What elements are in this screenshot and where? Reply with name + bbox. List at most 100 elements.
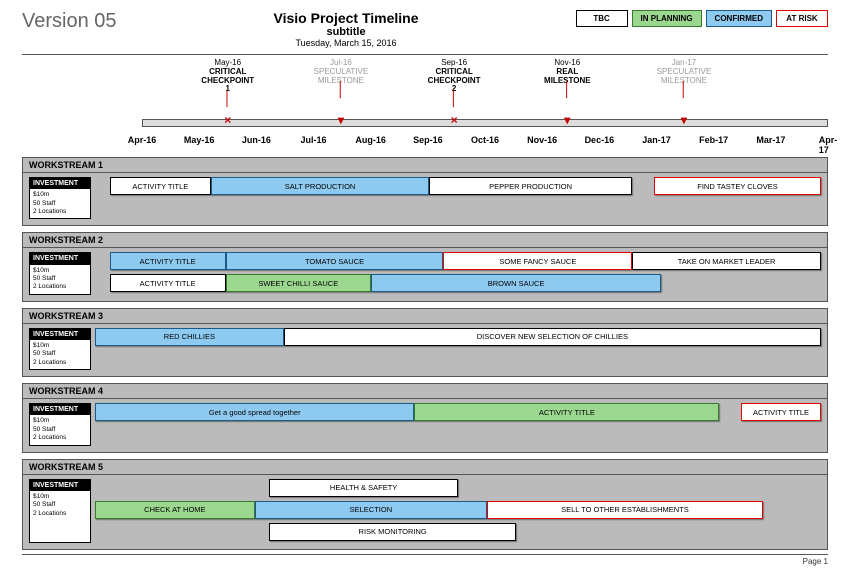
activity-bar: SALT PRODUCTION (211, 177, 429, 195)
activity-bar: TAKE ON MARKET LEADER (632, 252, 821, 270)
investment-body: $10m50 Staff2 Locations (30, 415, 90, 444)
activity-bar: SOME FANCY SAUCE (443, 252, 632, 270)
investment-body: $10m50 Staff2 Locations (30, 189, 90, 218)
milestone-name: CRITICALCHECKPOINT (188, 68, 268, 86)
workstream-title: WORKSTREAM 4 (22, 383, 828, 399)
investment-head: INVESTMENT (30, 480, 90, 491)
milestone: May-16CRITICALCHECKPOINT1│ (188, 59, 268, 103)
page-subtitle: subtitle (117, 26, 576, 38)
header: Version 05 Visio Project Timeline subtit… (22, 10, 828, 55)
workstream-title: WORKSTREAM 3 (22, 308, 828, 324)
milestone-marker-icon: ▾ (564, 113, 570, 127)
axis-tick: Nov-16 (527, 135, 557, 145)
lanes: RED CHILLIESDISCOVER NEW SELECTION OF CH… (95, 328, 821, 370)
activity-bar: ACTIVITY TITLE (110, 252, 226, 270)
activity-bar: CHECK AT HOME (95, 501, 255, 519)
activity-bar: RED CHILLIES (95, 328, 284, 346)
investment-head: INVESTMENT (30, 178, 90, 189)
time-bar (142, 119, 828, 127)
activity-bar: Get a good spread together (95, 403, 414, 421)
axis-tick: Apr-16 (128, 135, 157, 145)
investment-box: INVESTMENT$10m50 Staff2 Locations (29, 328, 91, 370)
workstream: WORKSTREAM 4INVESTMENT$10m50 Staff2 Loca… (22, 383, 828, 452)
lane: HEALTH & SAFETY (95, 479, 821, 499)
axis-tick: Dec-16 (585, 135, 615, 145)
milestone-arrow-icon: │ (188, 94, 268, 102)
lanes: HEALTH & SAFETY CHECK AT HOMESELECTIONSEL… (95, 479, 821, 543)
lane: CHECK AT HOMESELECTIONSELL TO OTHER ESTA… (95, 501, 821, 521)
milestone-marker-icon: ▾ (338, 113, 344, 127)
activity-bar: HEALTH & SAFETY (269, 479, 458, 497)
investment-box: INVESTMENT$10m50 Staff2 Locations (29, 177, 91, 219)
title-block: Visio Project Timeline subtitle Tuesday,… (117, 10, 576, 48)
workstream-title: WORKSTREAM 2 (22, 232, 828, 248)
axis-tick: Mar-17 (756, 135, 785, 145)
legend-confirmed: CONFIRMED (706, 10, 772, 27)
axis-tick: Jul-16 (300, 135, 326, 145)
investment-body: $10m50 Staff2 Locations (30, 340, 90, 369)
milestone-arrow-icon: │ (301, 85, 381, 93)
axis-tick: May-16 (184, 135, 215, 145)
page-date: Tuesday, March 15, 2016 (117, 38, 576, 48)
workstream-body: INVESTMENT$10m50 Staff2 LocationsHEALTH … (22, 475, 828, 550)
milestone-marker-icon: × (224, 113, 231, 127)
activity-bar: SELL TO OTHER ESTABLISHMENTS (487, 501, 763, 519)
activity-bar: TOMATO SAUCE (226, 252, 444, 270)
version-label: Version 05 (22, 10, 117, 33)
workstream-body: INVESTMENT$10m50 Staff2 LocationsACTIVIT… (22, 248, 828, 301)
workstream: WORKSTREAM 5INVESTMENT$10m50 Staff2 Loca… (22, 459, 828, 550)
investment-body: $10m50 Staff2 Locations (30, 491, 90, 520)
investment-head: INVESTMENT (30, 329, 90, 340)
legend-atrisk: AT RISK (776, 10, 828, 27)
activity-bar: SELECTION (255, 501, 487, 519)
page-footer: Page 1 (22, 554, 828, 568)
page-title: Visio Project Timeline (117, 10, 576, 26)
legend-tbc: TBC (576, 10, 628, 27)
investment-box: INVESTMENT$10m50 Staff2 Locations (29, 479, 91, 543)
activity-bar: ACTIVITY TITLE (414, 403, 719, 421)
lane: Get a good spread togetherACTIVITY TITLE… (95, 403, 821, 423)
lane: RED CHILLIESDISCOVER NEW SELECTION OF CH… (95, 328, 821, 348)
investment-head: INVESTMENT (30, 253, 90, 264)
timeline-axis: Apr-16May-16Jun-16Jul-16Aug-16Sep-16Oct-… (142, 135, 828, 151)
workstream: WORKSTREAM 2INVESTMENT$10m50 Staff2 Loca… (22, 232, 828, 301)
lanes: ACTIVITY TITLETOMATO SAUCESOME FANCY SAU… (95, 252, 821, 294)
axis-tick: Sep-16 (413, 135, 443, 145)
workstream-body: INVESTMENT$10m50 Staff2 LocationsRED CHI… (22, 324, 828, 377)
workstream-body: INVESTMENT$10m50 Staff2 LocationsGet a g… (22, 399, 828, 452)
axis-tick: Aug-16 (355, 135, 386, 145)
activity-bar: ACTIVITY TITLE (741, 403, 821, 421)
activity-bar: BROWN SAUCE (371, 274, 661, 292)
axis-tick: Jan-17 (642, 135, 671, 145)
workstream: WORKSTREAM 3INVESTMENT$10m50 Staff2 Loca… (22, 308, 828, 377)
lanes: ACTIVITY TITLESALT PRODUCTIONPEPPER PROD… (95, 177, 821, 219)
workstreams-container: WORKSTREAM 1INVESTMENT$10m50 Staff2 Loca… (22, 157, 828, 550)
axis-tick: Feb-17 (699, 135, 728, 145)
workstream-body: INVESTMENT$10m50 Staff2 LocationsACTIVIT… (22, 173, 828, 226)
activity-bar: PEPPER PRODUCTION (429, 177, 632, 195)
milestone-arrow-icon: │ (527, 85, 607, 93)
legend: TBC IN PLANNING CONFIRMED AT RISK (576, 10, 828, 27)
workstream-title: WORKSTREAM 1 (22, 157, 828, 173)
investment-body: $10m50 Staff2 Locations (30, 265, 90, 294)
workstream-title: WORKSTREAM 5 (22, 459, 828, 475)
activity-bar: DISCOVER NEW SELECTION OF CHILLIES (284, 328, 821, 346)
investment-box: INVESTMENT$10m50 Staff2 Locations (29, 403, 91, 445)
investment-head: INVESTMENT (30, 404, 90, 415)
activity-bar: ACTIVITY TITLE (110, 274, 226, 292)
milestone: Jul-16SPECULATIVEMILESTONE│ (301, 59, 381, 94)
milestone: Jan-17SPECULATIVEMILESTONE│ (644, 59, 724, 94)
milestone: Nov-16REALMILESTONE│ (527, 59, 607, 94)
milestone-name: CRITICALCHECKPOINT (414, 68, 494, 86)
milestone-marker-icon: × (451, 113, 458, 127)
lane: ACTIVITY TITLESALT PRODUCTIONPEPPER PROD… (95, 177, 821, 197)
activity-bar: FIND TASTEY CLOVES (654, 177, 821, 195)
activity-bar: RISK MONITORING (269, 523, 516, 541)
investment-box: INVESTMENT$10m50 Staff2 Locations (29, 252, 91, 294)
activity-bar: SWEET CHILLI SAUCE (226, 274, 371, 292)
milestone-marker-icon: ▾ (681, 113, 687, 127)
axis-tick: Jun-16 (242, 135, 271, 145)
lane: RISK MONITORING (95, 523, 821, 543)
lane: ACTIVITY TITLETOMATO SAUCESOME FANCY SAU… (95, 252, 821, 272)
timeline-milestones: May-16CRITICALCHECKPOINT1│ × Jul-16SPECULA… (142, 59, 828, 133)
